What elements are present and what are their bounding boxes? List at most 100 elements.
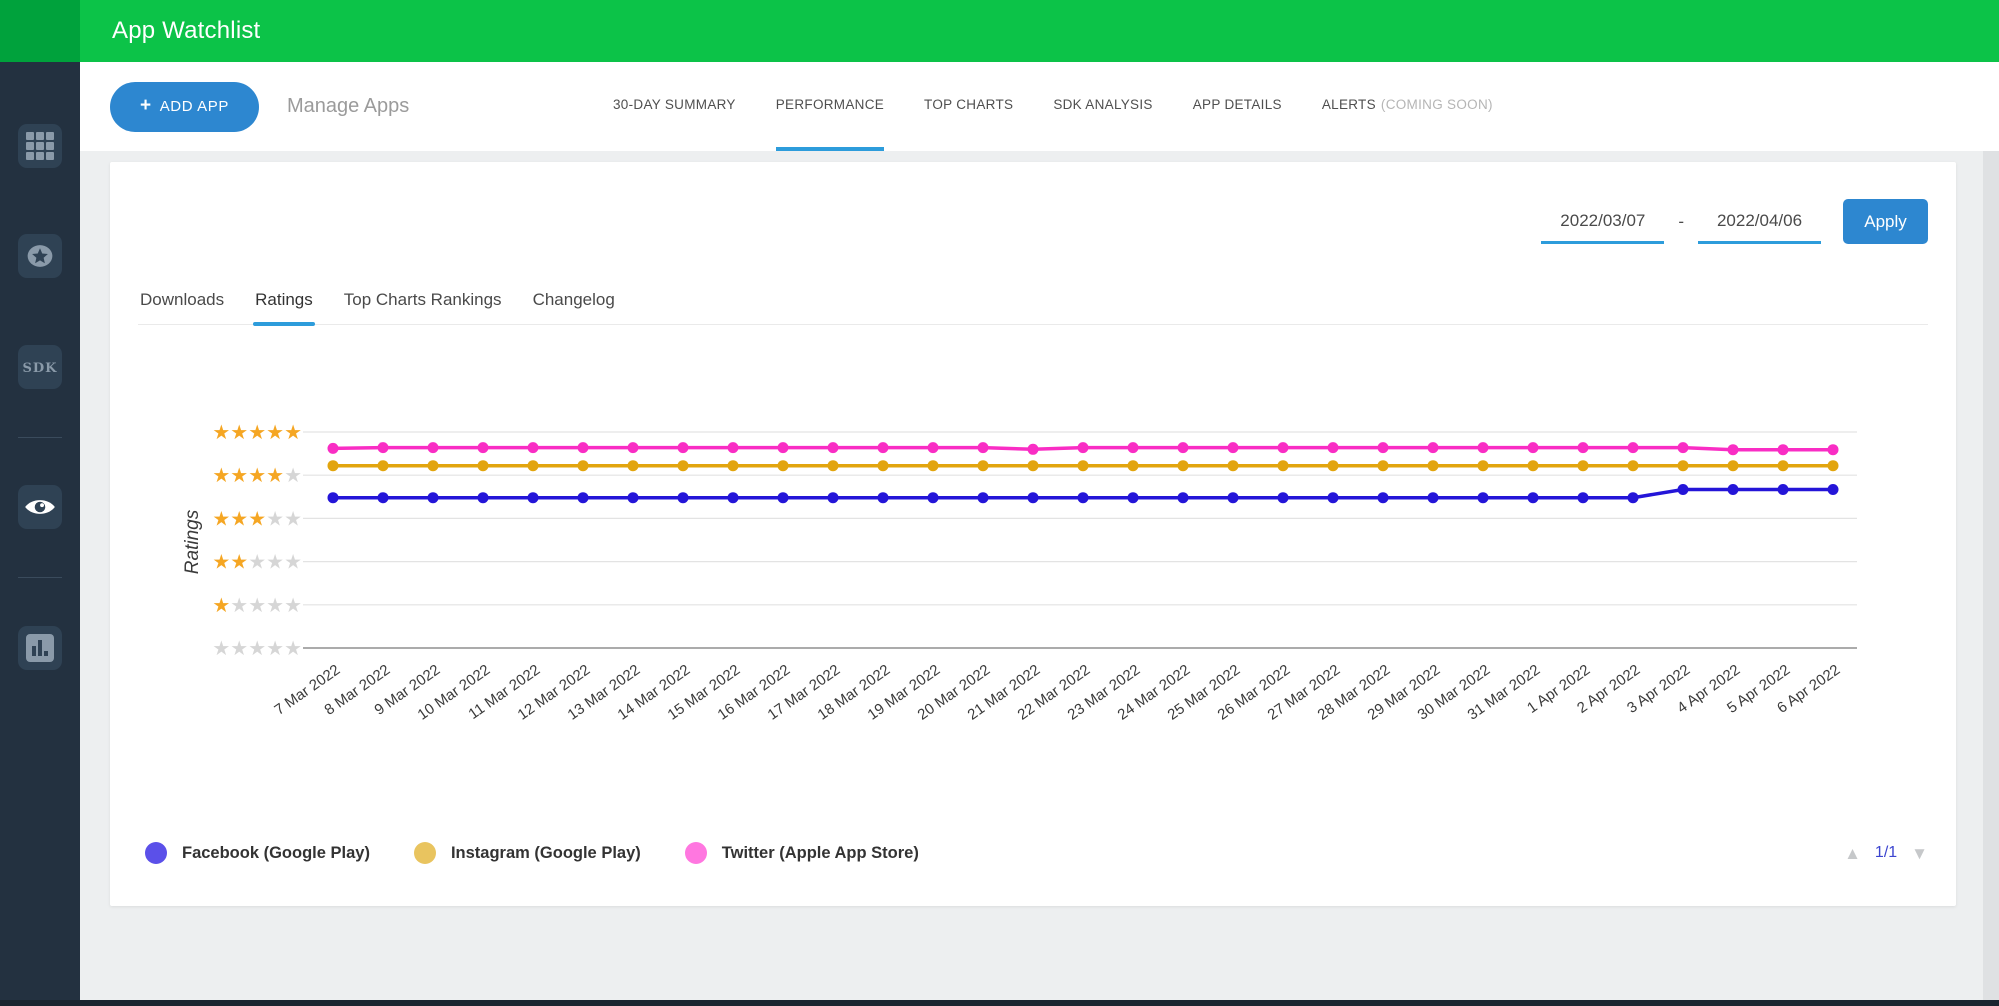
plus-icon: + <box>140 94 152 116</box>
data-point <box>577 442 589 454</box>
tab-app-details[interactable]: APP DETAILS <box>1193 62 1282 151</box>
data-point <box>1327 492 1339 504</box>
chart-legend: Facebook (Google Play) Instagram (Google … <box>145 842 919 864</box>
data-point <box>627 442 639 454</box>
date-range-separator: - <box>1678 212 1684 231</box>
date-from-input[interactable] <box>1541 200 1665 244</box>
data-point <box>927 492 939 504</box>
data-point <box>727 442 739 454</box>
data-point <box>977 442 989 454</box>
data-point <box>1177 492 1189 504</box>
manage-apps-link[interactable]: Manage Apps <box>287 95 409 118</box>
data-point <box>427 492 439 504</box>
apps-grid-icon <box>26 132 54 160</box>
data-point <box>1277 492 1289 504</box>
data-point <box>927 442 939 454</box>
data-point <box>1227 442 1239 454</box>
subtab-ratings[interactable]: Ratings <box>253 290 315 326</box>
subtab-downloads[interactable]: Downloads <box>138 290 226 324</box>
subtab-top-charts-rankings[interactable]: Top Charts Rankings <box>342 290 504 324</box>
y-tick-5-stars: ★★★★★ <box>212 422 302 444</box>
data-point <box>677 492 689 504</box>
data-point <box>727 492 739 504</box>
legend-item-instagram-google-play: Instagram (Google Play) <box>413 842 641 864</box>
scrollbar-track[interactable] <box>1983 151 1999 1000</box>
legend-item-facebook-google-play: Facebook (Google Play) <box>145 842 370 864</box>
data-point <box>327 460 339 472</box>
date-to-input[interactable] <box>1698 200 1821 244</box>
data-point <box>1027 460 1039 472</box>
data-point <box>1377 492 1389 504</box>
legend-label: Instagram (Google Play) <box>450 843 641 862</box>
data-point <box>977 492 989 504</box>
data-point <box>477 442 489 454</box>
data-point <box>1827 484 1839 495</box>
sidebar-item-sdk[interactable]: SDK <box>18 345 62 389</box>
sidebar-item-analytics[interactable] <box>18 626 62 670</box>
data-point <box>1177 460 1189 472</box>
data-point <box>1327 460 1339 472</box>
tab-label: APP DETAILS <box>1192 97 1282 112</box>
data-point <box>877 492 889 504</box>
data-point <box>1077 442 1089 454</box>
data-point <box>1077 460 1089 472</box>
tab-label: TOP CHARTS <box>924 97 1014 112</box>
add-app-button[interactable]: + ADD APP <box>110 81 259 132</box>
tab-top-charts[interactable]: TOP CHARTS <box>924 62 1013 151</box>
data-point <box>1677 460 1689 472</box>
apply-button[interactable]: Apply <box>1843 199 1928 244</box>
legend-dot <box>684 842 707 864</box>
tab-performance[interactable]: PERFORMANCE <box>775 62 885 151</box>
subtab-changelog[interactable]: Changelog <box>531 290 617 324</box>
data-point <box>577 460 589 472</box>
sidebar-item-featured[interactable] <box>18 234 62 278</box>
sidebar-item-watchlist[interactable] <box>18 485 62 529</box>
legend-item-twitter-apple-app-store: Twitter (Apple App Store) <box>684 842 919 864</box>
legend-label: Facebook (Google Play) <box>182 843 370 862</box>
add-app-label: ADD APP <box>159 98 229 115</box>
data-point <box>827 492 839 504</box>
tab-alerts[interactable]: ALERTS (COMING SOON) <box>1322 62 1493 151</box>
data-point <box>627 460 639 472</box>
toolbar-tabs: 30-DAY SUMMARY PERFORMANCE TOP CHARTS SDK A… <box>613 62 1493 151</box>
pagination: ▲ 1/1 ▼ <box>1844 844 1928 862</box>
legend-dot <box>413 842 436 864</box>
data-point <box>1027 443 1039 455</box>
data-point <box>777 460 789 472</box>
data-point <box>1577 460 1589 472</box>
data-point <box>1477 492 1489 504</box>
data-point <box>1827 460 1839 472</box>
data-point <box>527 492 539 504</box>
y-tick-3-stars: ★★★★★ <box>212 508 302 530</box>
page-indicator: 1/1 <box>1874 844 1898 861</box>
data-point <box>1127 460 1139 472</box>
sdk-icon: SDK <box>23 361 58 376</box>
sidebar-item-apps[interactable] <box>18 124 62 168</box>
chart-subtabs: Downloads Ratings Top Charts Rankings Chang… <box>138 290 1928 326</box>
data-point <box>527 460 539 472</box>
page-title: App Watchlist <box>112 17 261 44</box>
up-triangle-icon[interactable]: ▲ <box>1844 845 1861 862</box>
tab-sdk-analysis[interactable]: SDK ANALYSIS <box>1053 62 1152 151</box>
data-point <box>1727 484 1739 495</box>
svg-text:SDK: SDK <box>23 361 58 376</box>
ratings-line-chart: ★★★★★★★★★★★★★★★★★★★★★★★★★★★★★★Ratings7 M… <box>182 422 1857 724</box>
watchlist-eye-icon <box>25 500 55 514</box>
data-point <box>1327 442 1339 454</box>
down-triangle-icon[interactable]: ▼ <box>1911 845 1928 862</box>
data-point <box>477 460 489 472</box>
data-point <box>1127 492 1139 504</box>
legend-dot <box>145 842 167 864</box>
analytics-bars-icon <box>26 634 54 662</box>
data-point <box>1777 444 1789 456</box>
y-tick-4-stars: ★★★★★ <box>212 465 302 487</box>
data-point <box>1077 492 1089 504</box>
data-point <box>1777 484 1789 495</box>
data-point <box>377 492 389 504</box>
data-point <box>1527 442 1539 454</box>
data-point <box>1577 442 1589 454</box>
data-point <box>877 442 889 454</box>
tab-30-day-summary[interactable]: 30-DAY SUMMARY <box>613 62 736 151</box>
data-point <box>1227 492 1239 504</box>
data-point <box>1477 442 1489 454</box>
